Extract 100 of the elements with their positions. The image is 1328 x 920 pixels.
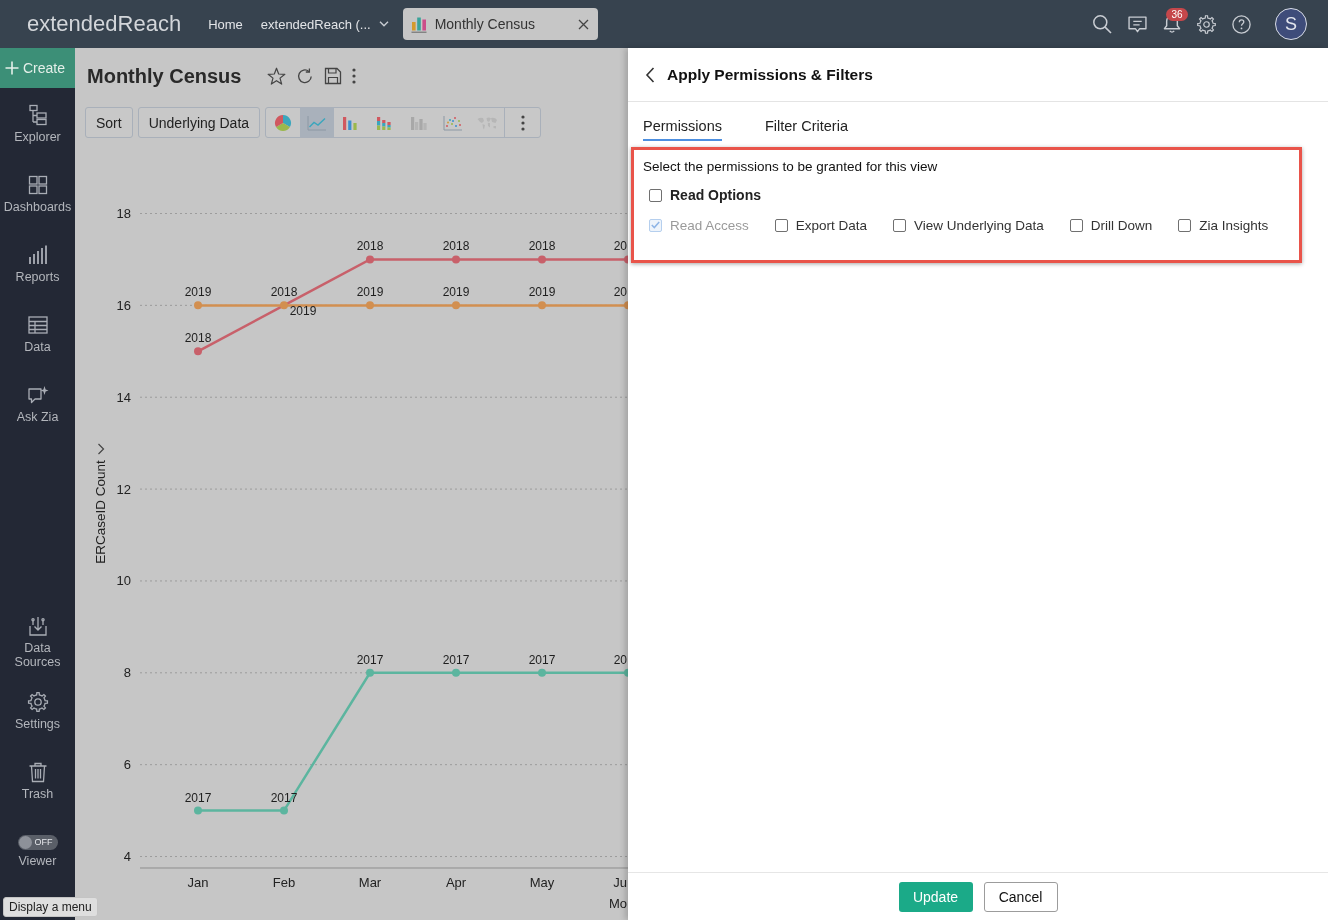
user-avatar[interactable]: S (1275, 8, 1307, 40)
tooltip: Display a menu (3, 897, 98, 917)
data-label: 2018 (356, 239, 384, 254)
data-label: 2017 (528, 652, 556, 667)
axis-tick-label: 16 (116, 297, 131, 313)
data-label: 2018 (270, 285, 298, 300)
axis-category-label: Apr (445, 875, 467, 890)
more-icon[interactable] (352, 68, 357, 84)
axis-category-label: Mar (358, 875, 382, 890)
data-point (194, 301, 202, 310)
data-label: 2019 (289, 304, 317, 319)
data-label: 2019 (356, 285, 384, 300)
data-point (280, 806, 288, 815)
axis-tick-label: 12 (116, 481, 131, 497)
axis-category-label: Ju (613, 875, 627, 890)
data-label: 2017 (184, 790, 212, 805)
bar-chart-icon (410, 15, 427, 33)
checkbox-label: Read Access (670, 217, 749, 233)
checkbox-label: View Underlying Data (914, 217, 1044, 233)
sidebar-item[interactable]: Reports (0, 228, 75, 298)
data-label: 2017 (356, 652, 384, 667)
data-label: 2019 (442, 285, 470, 300)
data-point (538, 255, 546, 264)
close-icon[interactable] (577, 18, 589, 30)
data-label: 2018 (442, 239, 470, 254)
data-point (624, 668, 628, 677)
data-label: 20 (613, 652, 627, 667)
app-logo[interactable]: extendedReach (27, 11, 182, 37)
checkbox[interactable] (893, 218, 907, 232)
checkbox-label: Drill Down (1090, 217, 1153, 233)
checkbox[interactable] (649, 188, 662, 202)
notification-badge: 36 (1166, 8, 1188, 21)
chat-icon[interactable] (1128, 15, 1147, 33)
nav-dropdown[interactable]: extendedReach (... (260, 16, 389, 32)
axis-tick-label: 6 (123, 757, 131, 773)
tree-icon (26, 104, 49, 126)
more-icon[interactable] (520, 114, 525, 131)
data-label: 20 (613, 285, 627, 300)
axis-tick-label: 18 (116, 206, 131, 221)
tab[interactable]: Filter Criteria (764, 112, 848, 141)
chevron-icon[interactable] (97, 443, 105, 455)
chat-sparkle-icon (26, 384, 49, 406)
data-label: 2019 (184, 285, 212, 300)
data-point (624, 301, 628, 310)
data-label: 2018 (528, 239, 556, 254)
panel-title: Apply Permissions & Filters (667, 65, 873, 84)
save-icon[interactable] (324, 67, 343, 85)
toolbar-button[interactable]: Underlying Data (137, 107, 261, 138)
data-point (366, 301, 374, 310)
table-icon (26, 314, 49, 336)
sidebar-item[interactable]: Explorer (0, 88, 75, 158)
data-point (452, 668, 460, 677)
axis-category-label: Feb (272, 875, 296, 890)
toggle-label: Viewer (18, 854, 57, 869)
plus-icon (5, 61, 19, 75)
sidebar-item[interactable]: Trash (0, 745, 75, 815)
checkbox[interactable] (1178, 218, 1192, 232)
axis-title: ERCaseID Count (93, 460, 108, 564)
gear-icon[interactable] (1197, 14, 1216, 34)
gear-icon (26, 691, 49, 713)
checkbox[interactable] (774, 218, 788, 232)
cancel-button[interactable]: Cancel (983, 881, 1058, 912)
dashboard-icon (26, 174, 49, 196)
axis-tick-label: 10 (116, 573, 131, 589)
star-icon[interactable] (267, 66, 287, 86)
axis-category-label: Jan (187, 875, 209, 890)
refresh-icon[interactable] (296, 67, 315, 85)
tab[interactable]: Permissions (643, 112, 722, 141)
sidebar-item[interactable]: Data (0, 298, 75, 368)
caret-icon (378, 21, 389, 27)
sidebar-item[interactable]: Dashboards (0, 158, 75, 228)
instruction-text: Select the permissions to be granted for this view (643, 158, 939, 176)
data-point (194, 806, 202, 815)
bar-chart-icon (26, 244, 49, 266)
search-icon[interactable] (1092, 14, 1112, 34)
data-point (366, 668, 374, 677)
report-title: Monthly Census (87, 64, 242, 88)
checkbox-label: Export Data (795, 217, 868, 233)
axis-tick-label: 8 (123, 665, 131, 681)
axis-title: Mo (608, 896, 627, 911)
data-point (194, 347, 202, 356)
data-point (538, 668, 546, 677)
data-point (452, 301, 460, 310)
data-label: 2017 (442, 652, 470, 667)
back-icon[interactable] (645, 66, 655, 83)
checkbox-label: Zia Insights (1199, 217, 1269, 233)
checkbox[interactable] (1069, 218, 1083, 232)
help-icon[interactable] (1232, 14, 1251, 34)
axis-tick-label: 4 (123, 849, 131, 864)
data-point (624, 255, 628, 264)
toolbar-button[interactable]: Sort (85, 107, 133, 138)
sidebar-item[interactable]: Ask Zia (0, 368, 75, 438)
report-tab[interactable]: Monthly Census (402, 8, 598, 40)
axis-tick-label: 14 (116, 389, 131, 405)
viewer-toggle[interactable]: OFF (17, 835, 58, 850)
sidebar-item[interactable]: Settings (0, 675, 75, 745)
sidebar-item[interactable]: Data Sources (0, 599, 75, 675)
data-label: 20 (613, 239, 627, 254)
nav-link[interactable]: Home (208, 16, 243, 32)
data-point (538, 301, 546, 310)
